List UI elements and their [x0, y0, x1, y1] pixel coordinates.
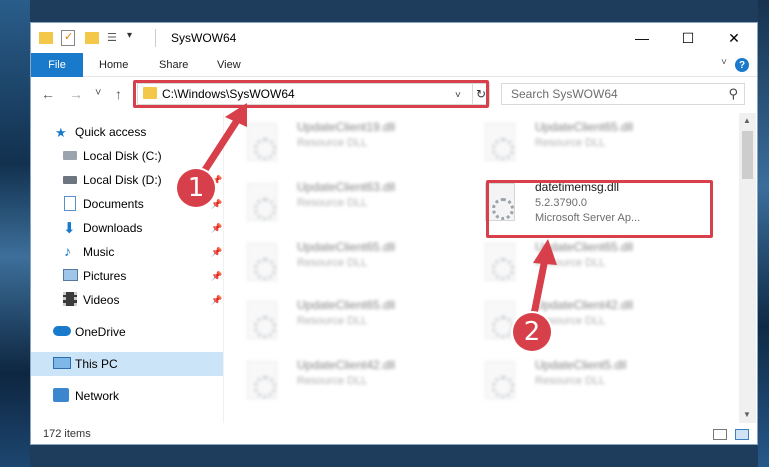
desktop-background-left	[0, 0, 30, 467]
step-1-badge: 1	[177, 169, 215, 207]
desktop-background-right	[758, 0, 769, 467]
explorer-window: ✓ ☰ ▾ SysWOW64 — ☐ ✕ File Home Share Vie…	[30, 22, 758, 445]
arrow-2-shaft	[529, 255, 549, 323]
arrow-1-shaft	[199, 115, 242, 177]
step-2-badge: 2	[513, 313, 551, 351]
annotation-arrows	[199, 103, 557, 323]
arrow-2-head	[533, 239, 557, 265]
